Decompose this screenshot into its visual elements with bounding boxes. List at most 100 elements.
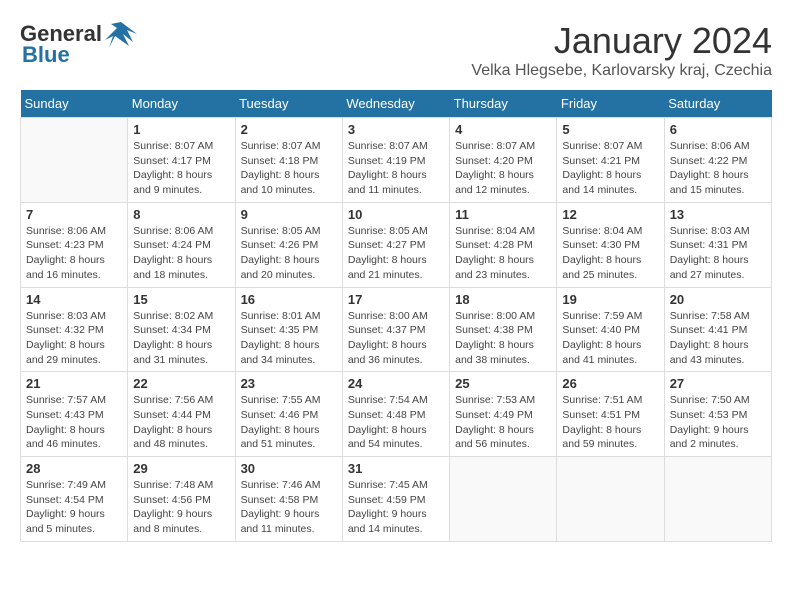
weekday-header-sunday: Sunday xyxy=(21,90,128,118)
day-info: Sunrise: 7:55 AMSunset: 4:46 PMDaylight:… xyxy=(241,393,337,452)
calendar-week-2: 7 Sunrise: 8:06 AMSunset: 4:23 PMDaylight… xyxy=(21,202,772,287)
day-info: Sunrise: 7:59 AMSunset: 4:40 PMDaylight:… xyxy=(562,309,658,368)
day-number: 15 xyxy=(133,292,229,307)
day-number: 12 xyxy=(562,207,658,222)
calendar-cell: 10Sunrise: 8:05 AMSunset: 4:27 PMDayligh… xyxy=(342,202,449,287)
month-title: January 2024 xyxy=(471,20,772,62)
day-number: 11 xyxy=(455,207,551,222)
title-block: January 2024 Velka Hlegsebe, Karlovarsky… xyxy=(471,20,772,80)
calendar-cell: 21Sunrise: 7:57 AMSunset: 4:43 PMDayligh… xyxy=(21,372,128,457)
location-title: Velka Hlegsebe, Karlovarsky kraj, Czechi… xyxy=(471,62,772,80)
day-number: 18 xyxy=(455,292,551,307)
day-number: 1 xyxy=(133,122,229,137)
day-info: Sunrise: 7:51 AMSunset: 4:51 PMDaylight:… xyxy=(562,393,658,452)
page-header: General Blue January 2024 Velka Hlegsebe… xyxy=(20,20,772,80)
calendar-cell: 17 Sunrise: 8:00 AMSunset: 4:37 PMDayligh… xyxy=(342,287,449,372)
day-info: Sunrise: 7:45 AMSunset: 4:59 PMDaylight:… xyxy=(348,478,444,537)
day-number: 23 xyxy=(241,376,337,391)
day-number: 29 xyxy=(133,461,229,476)
calendar-cell: 23 Sunrise: 7:55 AMSunset: 4:46 PMDayligh… xyxy=(235,372,342,457)
calendar-cell: 25 Sunrise: 7:53 AMSunset: 4:49 PMDayligh… xyxy=(450,372,557,457)
calendar-cell xyxy=(21,118,128,203)
day-number: 7 xyxy=(26,207,122,222)
day-number: 24 xyxy=(348,376,444,391)
day-number: 9 xyxy=(241,207,337,222)
calendar-cell: 30Sunrise: 7:46 AMSunset: 4:58 PMDayligh… xyxy=(235,457,342,542)
day-info: Sunrise: 7:56 AMSunset: 4:44 PMDaylight:… xyxy=(133,393,229,452)
day-info: Sunrise: 8:04 AMSunset: 4:28 PMDaylight:… xyxy=(455,224,551,283)
weekday-header-saturday: Saturday xyxy=(664,90,771,118)
day-number: 6 xyxy=(670,122,766,137)
logo: General Blue xyxy=(20,20,137,68)
calendar-cell: 3Sunrise: 8:07 AMSunset: 4:19 PMDaylight… xyxy=(342,118,449,203)
calendar-week-3: 14 Sunrise: 8:03 AMSunset: 4:32 PMDayligh… xyxy=(21,287,772,372)
calendar-cell: 4Sunrise: 8:07 AMSunset: 4:20 PMDaylight… xyxy=(450,118,557,203)
weekday-header-tuesday: Tuesday xyxy=(235,90,342,118)
calendar-cell: 15 Sunrise: 8:02 AMSunset: 4:34 PMDayligh… xyxy=(128,287,235,372)
calendar-table: SundayMondayTuesdayWednesdayThursdayFrid… xyxy=(20,90,772,542)
day-info: Sunrise: 8:03 AMSunset: 4:31 PMDaylight:… xyxy=(670,224,766,283)
calendar-cell: 18 Sunrise: 8:00 AMSunset: 4:38 PMDayligh… xyxy=(450,287,557,372)
day-number: 5 xyxy=(562,122,658,137)
calendar-cell: 14 Sunrise: 8:03 AMSunset: 4:32 PMDayligh… xyxy=(21,287,128,372)
calendar-cell: 20Sunrise: 7:58 AMSunset: 4:41 PMDayligh… xyxy=(664,287,771,372)
day-info: Sunrise: 8:03 AMSunset: 4:32 PMDaylight:… xyxy=(26,309,122,368)
calendar-week-5: 28 Sunrise: 7:49 AMSunset: 4:54 PMDayligh… xyxy=(21,457,772,542)
calendar-cell: 29 Sunrise: 7:48 AMSunset: 4:56 PMDayligh… xyxy=(128,457,235,542)
day-info: Sunrise: 7:50 AMSunset: 4:53 PMDaylight:… xyxy=(670,393,766,452)
day-number: 19 xyxy=(562,292,658,307)
day-info: Sunrise: 8:06 AMSunset: 4:24 PMDaylight:… xyxy=(133,224,229,283)
calendar-cell xyxy=(450,457,557,542)
day-number: 14 xyxy=(26,292,122,307)
day-number: 20 xyxy=(670,292,766,307)
day-info: Sunrise: 8:07 AMSunset: 4:21 PMDaylight:… xyxy=(562,139,658,198)
calendar-cell: 27 Sunrise: 7:50 AMSunset: 4:53 PMDayligh… xyxy=(664,372,771,457)
day-number: 27 xyxy=(670,376,766,391)
day-info: Sunrise: 8:07 AMSunset: 4:18 PMDaylight:… xyxy=(241,139,337,198)
day-info: Sunrise: 7:53 AMSunset: 4:49 PMDaylight:… xyxy=(455,393,551,452)
weekday-header-thursday: Thursday xyxy=(450,90,557,118)
weekday-header-wednesday: Wednesday xyxy=(342,90,449,118)
day-number: 16 xyxy=(241,292,337,307)
day-info: Sunrise: 8:07 AMSunset: 4:19 PMDaylight:… xyxy=(348,139,444,198)
day-info: Sunrise: 8:02 AMSunset: 4:34 PMDaylight:… xyxy=(133,309,229,368)
day-number: 31 xyxy=(348,461,444,476)
calendar-cell xyxy=(664,457,771,542)
day-number: 25 xyxy=(455,376,551,391)
day-info: Sunrise: 8:06 AMSunset: 4:23 PMDaylight:… xyxy=(26,224,122,283)
day-info: Sunrise: 8:07 AMSunset: 4:20 PMDaylight:… xyxy=(455,139,551,198)
day-number: 17 xyxy=(348,292,444,307)
weekday-header-monday: Monday xyxy=(128,90,235,118)
calendar-cell: 24 Sunrise: 7:54 AMSunset: 4:48 PMDayligh… xyxy=(342,372,449,457)
day-number: 28 xyxy=(26,461,122,476)
calendar-cell xyxy=(557,457,664,542)
day-info: Sunrise: 7:46 AMSunset: 4:58 PMDaylight:… xyxy=(241,478,337,537)
day-info: Sunrise: 8:05 AMSunset: 4:26 PMDaylight:… xyxy=(241,224,337,283)
calendar-cell: 2 Sunrise: 8:07 AMSunset: 4:18 PMDaylight… xyxy=(235,118,342,203)
calendar-cell: 8 Sunrise: 8:06 AMSunset: 4:24 PMDaylight… xyxy=(128,202,235,287)
calendar-cell: 12Sunrise: 8:04 AMSunset: 4:30 PMDayligh… xyxy=(557,202,664,287)
day-info: Sunrise: 8:01 AMSunset: 4:35 PMDaylight:… xyxy=(241,309,337,368)
day-number: 2 xyxy=(241,122,337,137)
day-number: 22 xyxy=(133,376,229,391)
day-info: Sunrise: 7:49 AMSunset: 4:54 PMDaylight:… xyxy=(26,478,122,537)
calendar-cell: 16 Sunrise: 8:01 AMSunset: 4:35 PMDayligh… xyxy=(235,287,342,372)
calendar-cell: 26 Sunrise: 7:51 AMSunset: 4:51 PMDayligh… xyxy=(557,372,664,457)
day-number: 8 xyxy=(133,207,229,222)
calendar-cell: 7 Sunrise: 8:06 AMSunset: 4:23 PMDaylight… xyxy=(21,202,128,287)
day-info: Sunrise: 7:54 AMSunset: 4:48 PMDaylight:… xyxy=(348,393,444,452)
calendar-week-4: 21Sunrise: 7:57 AMSunset: 4:43 PMDayligh… xyxy=(21,372,772,457)
calendar-cell: 31 Sunrise: 7:45 AMSunset: 4:59 PMDayligh… xyxy=(342,457,449,542)
calendar-cell: 11 Sunrise: 8:04 AMSunset: 4:28 PMDayligh… xyxy=(450,202,557,287)
calendar-cell: 28 Sunrise: 7:49 AMSunset: 4:54 PMDayligh… xyxy=(21,457,128,542)
day-info: Sunrise: 7:48 AMSunset: 4:56 PMDaylight:… xyxy=(133,478,229,537)
day-number: 26 xyxy=(562,376,658,391)
calendar-cell: 5 Sunrise: 8:07 AMSunset: 4:21 PMDaylight… xyxy=(557,118,664,203)
day-info: Sunrise: 8:00 AMSunset: 4:38 PMDaylight:… xyxy=(455,309,551,368)
day-info: Sunrise: 8:00 AMSunset: 4:37 PMDaylight:… xyxy=(348,309,444,368)
day-info: Sunrise: 8:06 AMSunset: 4:22 PMDaylight:… xyxy=(670,139,766,198)
calendar-week-1: 1Sunrise: 8:07 AMSunset: 4:17 PMDaylight… xyxy=(21,118,772,203)
calendar-cell: 9 Sunrise: 8:05 AMSunset: 4:26 PMDaylight… xyxy=(235,202,342,287)
calendar-cell: 6 Sunrise: 8:06 AMSunset: 4:22 PMDaylight… xyxy=(664,118,771,203)
day-number: 13 xyxy=(670,207,766,222)
